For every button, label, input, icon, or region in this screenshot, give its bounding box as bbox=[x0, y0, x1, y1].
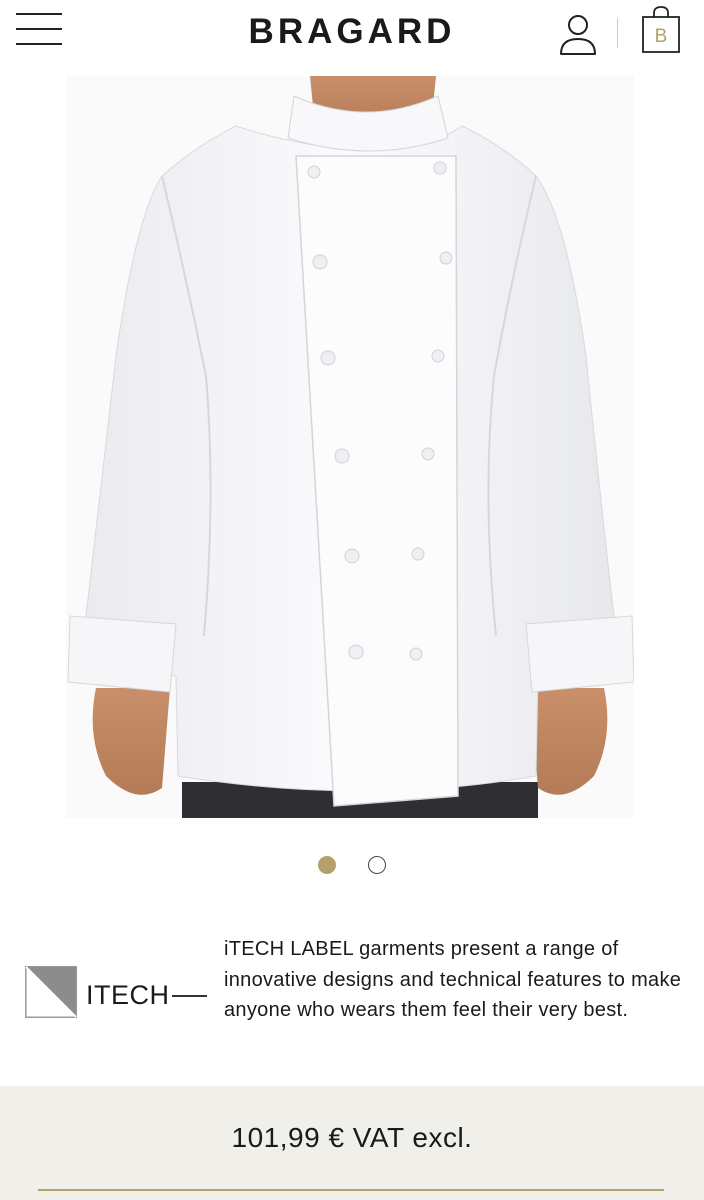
price-divider bbox=[38, 1189, 664, 1191]
itech-dash-divider bbox=[172, 995, 207, 997]
itech-label-logo bbox=[25, 966, 77, 1018]
user-account-icon[interactable] bbox=[556, 12, 600, 56]
carousel-dot-1[interactable] bbox=[318, 855, 337, 874]
shopping-bag-icon[interactable]: B bbox=[640, 6, 682, 54]
product-price: 101,99 € VAT excl. bbox=[231, 1122, 473, 1153]
cart-badge-letter: B bbox=[654, 26, 668, 47]
carousel-dot-2[interactable] bbox=[367, 855, 386, 874]
itech-label: ITECH bbox=[86, 980, 170, 1010]
product-image[interactable] bbox=[66, 76, 634, 818]
itech-description: iTECH LABEL garments present a range of … bbox=[224, 938, 682, 1021]
header-divider bbox=[617, 18, 618, 48]
site-header: BRAGARD B bbox=[0, 0, 704, 74]
image-carousel-indicators bbox=[0, 854, 704, 878]
